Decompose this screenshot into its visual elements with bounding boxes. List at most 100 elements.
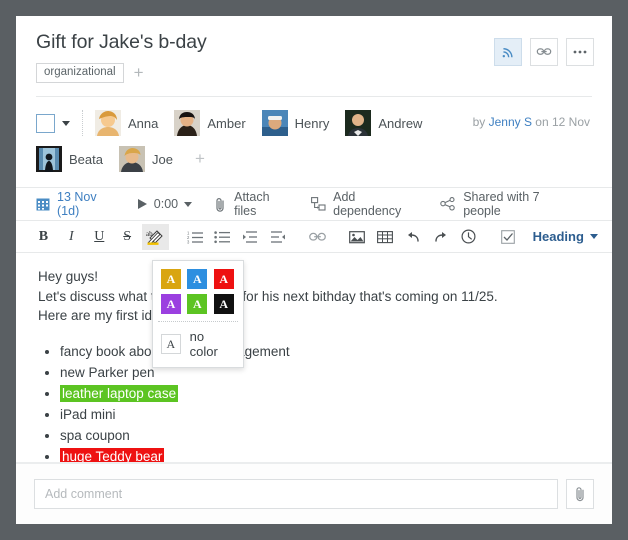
italic-button[interactable]: I (58, 224, 85, 250)
byline-prefix: by (472, 115, 489, 129)
undo-button[interactable] (399, 224, 426, 250)
list-item[interactable]: new Parker pen (60, 363, 592, 383)
copy-link-button[interactable] (530, 38, 558, 66)
task-detail-window: Gift for Jake's b-day organizational + b… (16, 16, 612, 524)
color-swatch-purple[interactable]: A (161, 294, 181, 314)
history-button[interactable] (455, 224, 482, 250)
subscribe-button[interactable] (494, 38, 522, 66)
no-color-swatch: A (161, 334, 181, 354)
avatar (36, 146, 62, 172)
comment-attach-button[interactable] (566, 479, 594, 509)
header-actions (494, 38, 594, 66)
editor-body[interactable]: Hey guys! Let's discuss what to buy as a… (16, 253, 612, 467)
chevron-down-icon[interactable] (184, 201, 193, 207)
assignee-beata[interactable]: Beata (36, 146, 103, 172)
shared-label: Shared with 7 people (463, 190, 540, 218)
add-assignee-button[interactable]: + (195, 149, 205, 169)
insert-image-button[interactable] (344, 224, 371, 250)
link-icon (536, 44, 552, 60)
assignee-joe[interactable]: Joe (118, 146, 173, 172)
list-item-text: spa coupon (60, 427, 130, 443)
color-swatch-gold[interactable]: A (161, 269, 181, 289)
color-swatch-black[interactable]: A (213, 294, 234, 314)
task-header: Gift for Jake's b-day organizational + (16, 16, 612, 97)
paperclip-icon (574, 486, 587, 502)
color-swatch-red[interactable]: A (213, 269, 234, 289)
image-icon (349, 230, 366, 244)
timer-button[interactable]: 0:00 (137, 197, 193, 211)
body-line-1: Hey guys! (38, 269, 99, 284)
assignees-section: by Jenny S on 12 Nov Anna Amber Henry An… (16, 97, 612, 181)
underline-icon: U (94, 228, 105, 244)
heading-label: Heading (532, 229, 584, 244)
gift-ideas-list: fancy book about project management new … (38, 342, 592, 467)
highlighter-icon: ab (145, 228, 165, 246)
add-dependency-button[interactable]: Add dependency (311, 190, 418, 218)
task-meta-row: 13 Nov (1d) 0:00 Attach files Add depend… (16, 187, 612, 221)
checklist-button[interactable] (495, 224, 522, 250)
insert-table-button[interactable] (372, 224, 399, 250)
assignee-henry[interactable]: Henry (261, 110, 330, 136)
list-item[interactable]: fancy book about project management (60, 342, 592, 362)
add-dependency-label: Add dependency (333, 190, 402, 218)
assignee-andrew[interactable]: Andrew (345, 110, 422, 136)
color-swatch-grid: A A A A A A (153, 261, 243, 321)
complete-checkbox-group[interactable] (36, 113, 82, 133)
comment-footer (16, 462, 612, 524)
comment-input[interactable] (34, 479, 558, 509)
complete-checkbox[interactable] (36, 113, 55, 133)
outdent-button[interactable] (265, 224, 292, 250)
chevron-down-icon[interactable] (62, 120, 70, 126)
ellipsis-icon (572, 49, 588, 55)
underline-button[interactable]: U (86, 224, 113, 250)
assignee-name: Henry (294, 115, 330, 131)
redo-button[interactable] (427, 224, 454, 250)
bullet-list-icon (214, 230, 231, 244)
dependency-icon (311, 197, 326, 211)
undo-icon (405, 230, 421, 244)
assignee-name: Joe (151, 151, 173, 167)
list-item[interactable]: iPad mini (60, 405, 592, 425)
highlight-color-menu[interactable]: A A A A A A A no color (152, 260, 244, 368)
more-options-button[interactable] (566, 38, 594, 66)
body-line-2: Let's discuss what to buy as a gift for … (38, 288, 498, 304)
shared-button[interactable]: Shared with 7 people (440, 190, 570, 218)
share-icon (440, 197, 456, 211)
tag-row: organizational + (36, 63, 592, 83)
tag-organizational[interactable]: organizational (36, 63, 124, 83)
strikethrough-button[interactable]: S (114, 224, 141, 250)
no-color-label: no color (189, 329, 218, 359)
bold-icon: B (38, 228, 49, 244)
avatar (118, 146, 145, 172)
byline-author[interactable]: Jenny S (489, 115, 532, 129)
list-item[interactable]: leather laptop case (60, 384, 592, 404)
outdent-icon (270, 230, 286, 244)
indent-button[interactable] (237, 224, 264, 250)
due-date-label: 13 Nov (1d) (57, 190, 97, 218)
avatar (345, 110, 372, 136)
assignee-name: Anna (128, 115, 159, 131)
heading-dropdown[interactable]: Heading (533, 229, 598, 244)
bold-button[interactable]: B (30, 224, 57, 250)
play-icon (137, 199, 147, 209)
assignee-row-2: Beata Joe + (36, 143, 592, 175)
add-tag-button[interactable]: + (134, 64, 144, 81)
color-swatch-blue[interactable]: A (187, 269, 208, 289)
chevron-down-icon (589, 234, 598, 239)
assignee-name: Beata (69, 151, 103, 167)
avatar (261, 110, 288, 136)
color-swatch-green[interactable]: A (187, 294, 208, 314)
ordered-list-button[interactable]: 1 2 3 (181, 224, 208, 250)
strikethrough-icon: S (123, 228, 132, 244)
no-color-option[interactable]: A no color (153, 322, 243, 367)
bullet-list-button[interactable] (209, 224, 236, 250)
assignee-amber[interactable]: Amber (174, 110, 246, 136)
rss-icon (501, 45, 516, 60)
attach-files-button[interactable]: Attach files (214, 190, 289, 218)
assignee-anna[interactable]: Anna (95, 110, 158, 136)
calendar-icon (36, 197, 50, 211)
highlight-color-button[interactable]: ab (141, 223, 169, 250)
insert-link-button[interactable] (304, 224, 331, 250)
list-item[interactable]: spa coupon (60, 426, 592, 446)
due-date-button[interactable]: 13 Nov (1d) (36, 190, 116, 218)
